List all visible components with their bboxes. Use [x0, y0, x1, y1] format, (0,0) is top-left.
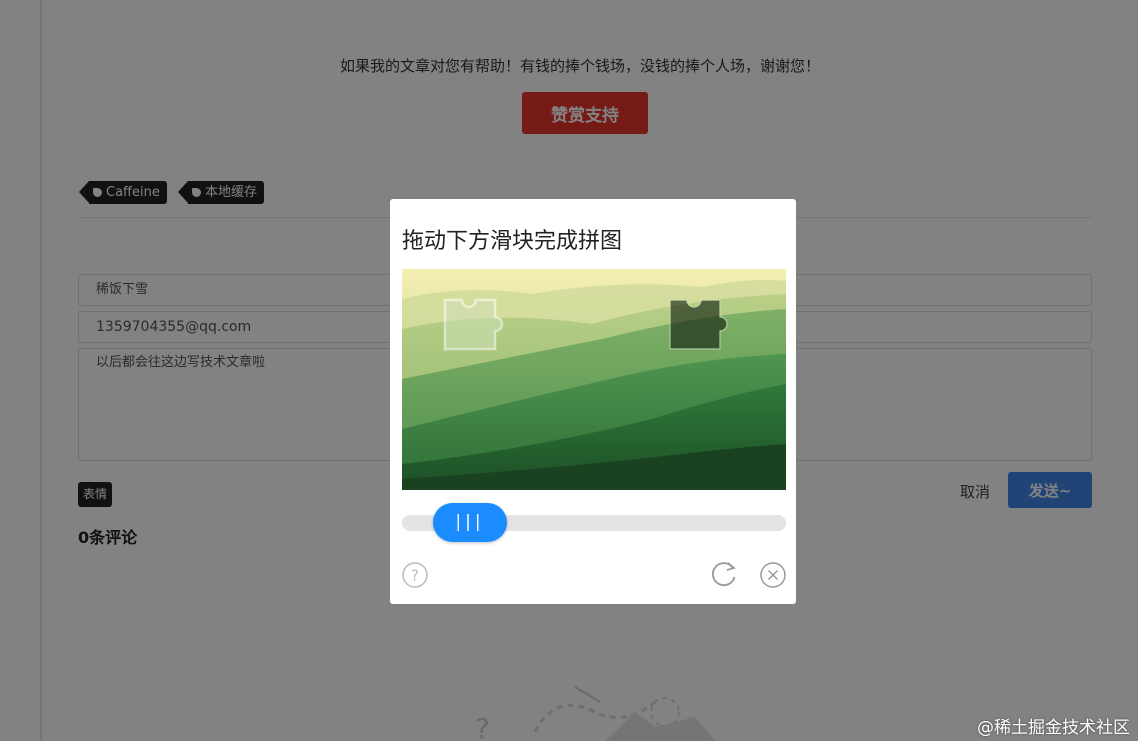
captcha-title: 拖动下方滑块完成拼图 — [402, 229, 623, 254]
watermark: @稀土掘金技术社区 — [977, 718, 1130, 738]
puzzle-image — [402, 269, 786, 490]
slider-handle[interactable]: ||| — [433, 503, 507, 542]
help-icon[interactable]: ? — [402, 562, 428, 588]
refresh-icon[interactable] — [709, 560, 739, 590]
slider-captcha-dialog: 拖动下方滑块完成拼图 ||| ? — [390, 199, 796, 604]
landscape-image — [402, 269, 786, 490]
puzzle-slot — [669, 299, 728, 350]
puzzle-piece[interactable] — [443, 298, 504, 351]
close-icon[interactable] — [760, 562, 786, 588]
svg-text:?: ? — [411, 567, 419, 585]
